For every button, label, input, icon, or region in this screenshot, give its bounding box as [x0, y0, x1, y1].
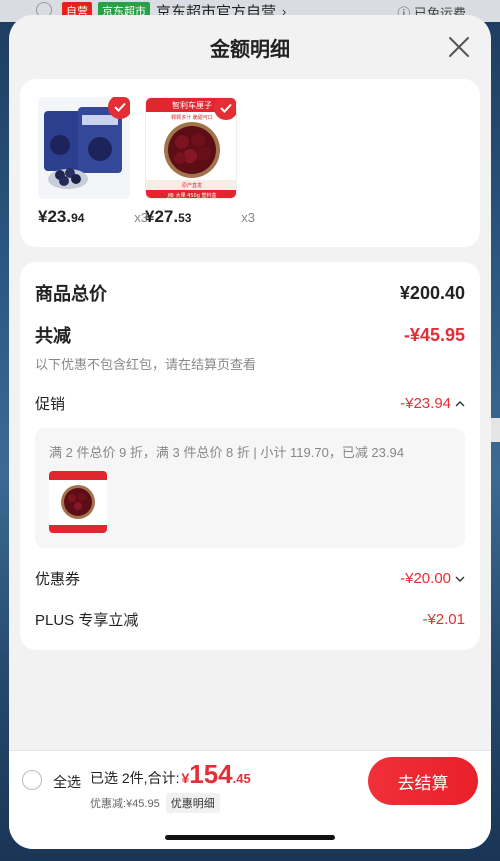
- discount-summary-text: 优惠减:¥45.95: [90, 798, 160, 810]
- promotion-value: -¥23.94: [400, 395, 465, 412]
- coupon-row[interactable]: 优惠券 -¥20.00: [35, 568, 465, 589]
- coupon-label: 优惠券: [35, 571, 81, 588]
- total-decimal: .45: [232, 771, 251, 786]
- coupon-amount: -¥20.00: [400, 570, 451, 587]
- promotion-amount: -¥23.94: [400, 395, 451, 412]
- plus-discount-row: PLUS 专享立减 -¥2.01: [35, 609, 465, 630]
- select-all-label[interactable]: 全选: [53, 772, 81, 792]
- price-cents: 53: [178, 211, 192, 225]
- product-item-blueberry[interactable]: ¥23.94 x3: [38, 97, 148, 227]
- select-all-radio[interactable]: [22, 770, 42, 790]
- cherry-brand-text: 智利车厘子: [172, 100, 212, 110]
- chevron-down-icon[interactable]: [455, 575, 465, 583]
- selected-check-icon[interactable]: [108, 97, 130, 119]
- product-image-cherry: 智利车厘子 颗颗多汁 脆甜可口 原产直发 J级 大果 450g 塑料盒: [145, 97, 237, 199]
- sheet-title: 金额明细: [210, 38, 290, 61]
- product-image-blueberry: [38, 97, 130, 199]
- price-row: ¥27.53 x3: [145, 207, 255, 227]
- subtotal-value: ¥200.40: [399, 282, 465, 303]
- discount-summary: 优惠减:¥45.95 优惠明细: [90, 793, 220, 813]
- plus-discount-label: PLUS 专享立减: [35, 612, 139, 629]
- price-cents: 94: [71, 211, 85, 225]
- cherry-spec: J级 大果 450g 塑料盒: [167, 192, 217, 199]
- chevron-up-icon[interactable]: [455, 400, 465, 408]
- checkout-button[interactable]: 去结算: [368, 757, 478, 805]
- cherry-thumb-image: [49, 471, 107, 533]
- cherry-origin: 原产直发: [182, 182, 202, 189]
- amount-detail-sheet: 金额明细 ¥23.94 x3 智利车厘子 颗颗多汁 脆甜可口 原产直发 J级 大…: [9, 15, 491, 849]
- total-discount-row: 共减 -¥45.95: [35, 322, 465, 348]
- discount-detail-chip[interactable]: 优惠明细: [165, 793, 220, 813]
- selected-check-icon[interactable]: [214, 98, 236, 120]
- close-icon[interactable]: [447, 35, 471, 59]
- promotion-label: 促销: [35, 396, 66, 413]
- subtotal-label: 商品总价: [35, 284, 107, 304]
- plus-discount-value: -¥2.01: [422, 611, 465, 628]
- checkout-bar: 全选 已选 2件,合计: ¥ 154 .45 优惠减:¥45.95 优惠明细 去…: [9, 750, 491, 849]
- product-price: ¥27.53: [145, 207, 191, 227]
- discount-note: 以下优惠不包含红包，请在结算页查看: [35, 357, 257, 372]
- promotion-detail-box: 满 2 件总价 9 折，满 3 件总价 8 折 | 小计 119.70，已减 2…: [35, 428, 465, 548]
- total-discount-value: -¥45.95: [403, 324, 465, 345]
- total-currency: ¥: [181, 770, 190, 786]
- promotion-product-thumb: [49, 471, 107, 533]
- product-item-cherry[interactable]: 智利车厘子 颗颗多汁 脆甜可口 原产直发 J级 大果 450g 塑料盒 ¥27.…: [145, 97, 255, 227]
- promotion-row[interactable]: 促销 -¥23.94: [35, 393, 465, 414]
- total-integer: 154: [189, 759, 233, 789]
- price-main: ¥23.: [38, 207, 72, 226]
- selected-count-text: 已选 2件,合计:: [90, 770, 180, 786]
- product-quantity: x3: [241, 210, 255, 225]
- price-main: ¥27.: [145, 207, 179, 226]
- subtotal-row: 商品总价 ¥200.40: [35, 280, 465, 306]
- cherry-tagline: 颗颗多汁 脆甜可口: [171, 114, 213, 121]
- promotion-description: 满 2 件总价 9 折，满 3 件总价 8 折 | 小计 119.70，已减 2…: [49, 445, 404, 460]
- price-row: ¥23.94 x3: [38, 207, 148, 227]
- home-indicator: [165, 835, 335, 840]
- total-discount-label: 共减: [35, 326, 71, 346]
- price-detail-card: 商品总价 ¥200.40 共减 -¥45.95 以下优惠不包含红包，请在结算页查…: [20, 262, 480, 650]
- coupon-value: -¥20.00: [400, 570, 465, 587]
- product-price: ¥23.94: [38, 207, 84, 227]
- product-card: ¥23.94 x3 智利车厘子 颗颗多汁 脆甜可口 原产直发 J级 大果 450…: [20, 79, 480, 247]
- sheet-header: 金额明细: [9, 15, 491, 79]
- total-summary: 已选 2件,合计: ¥ 154 .45: [90, 759, 251, 790]
